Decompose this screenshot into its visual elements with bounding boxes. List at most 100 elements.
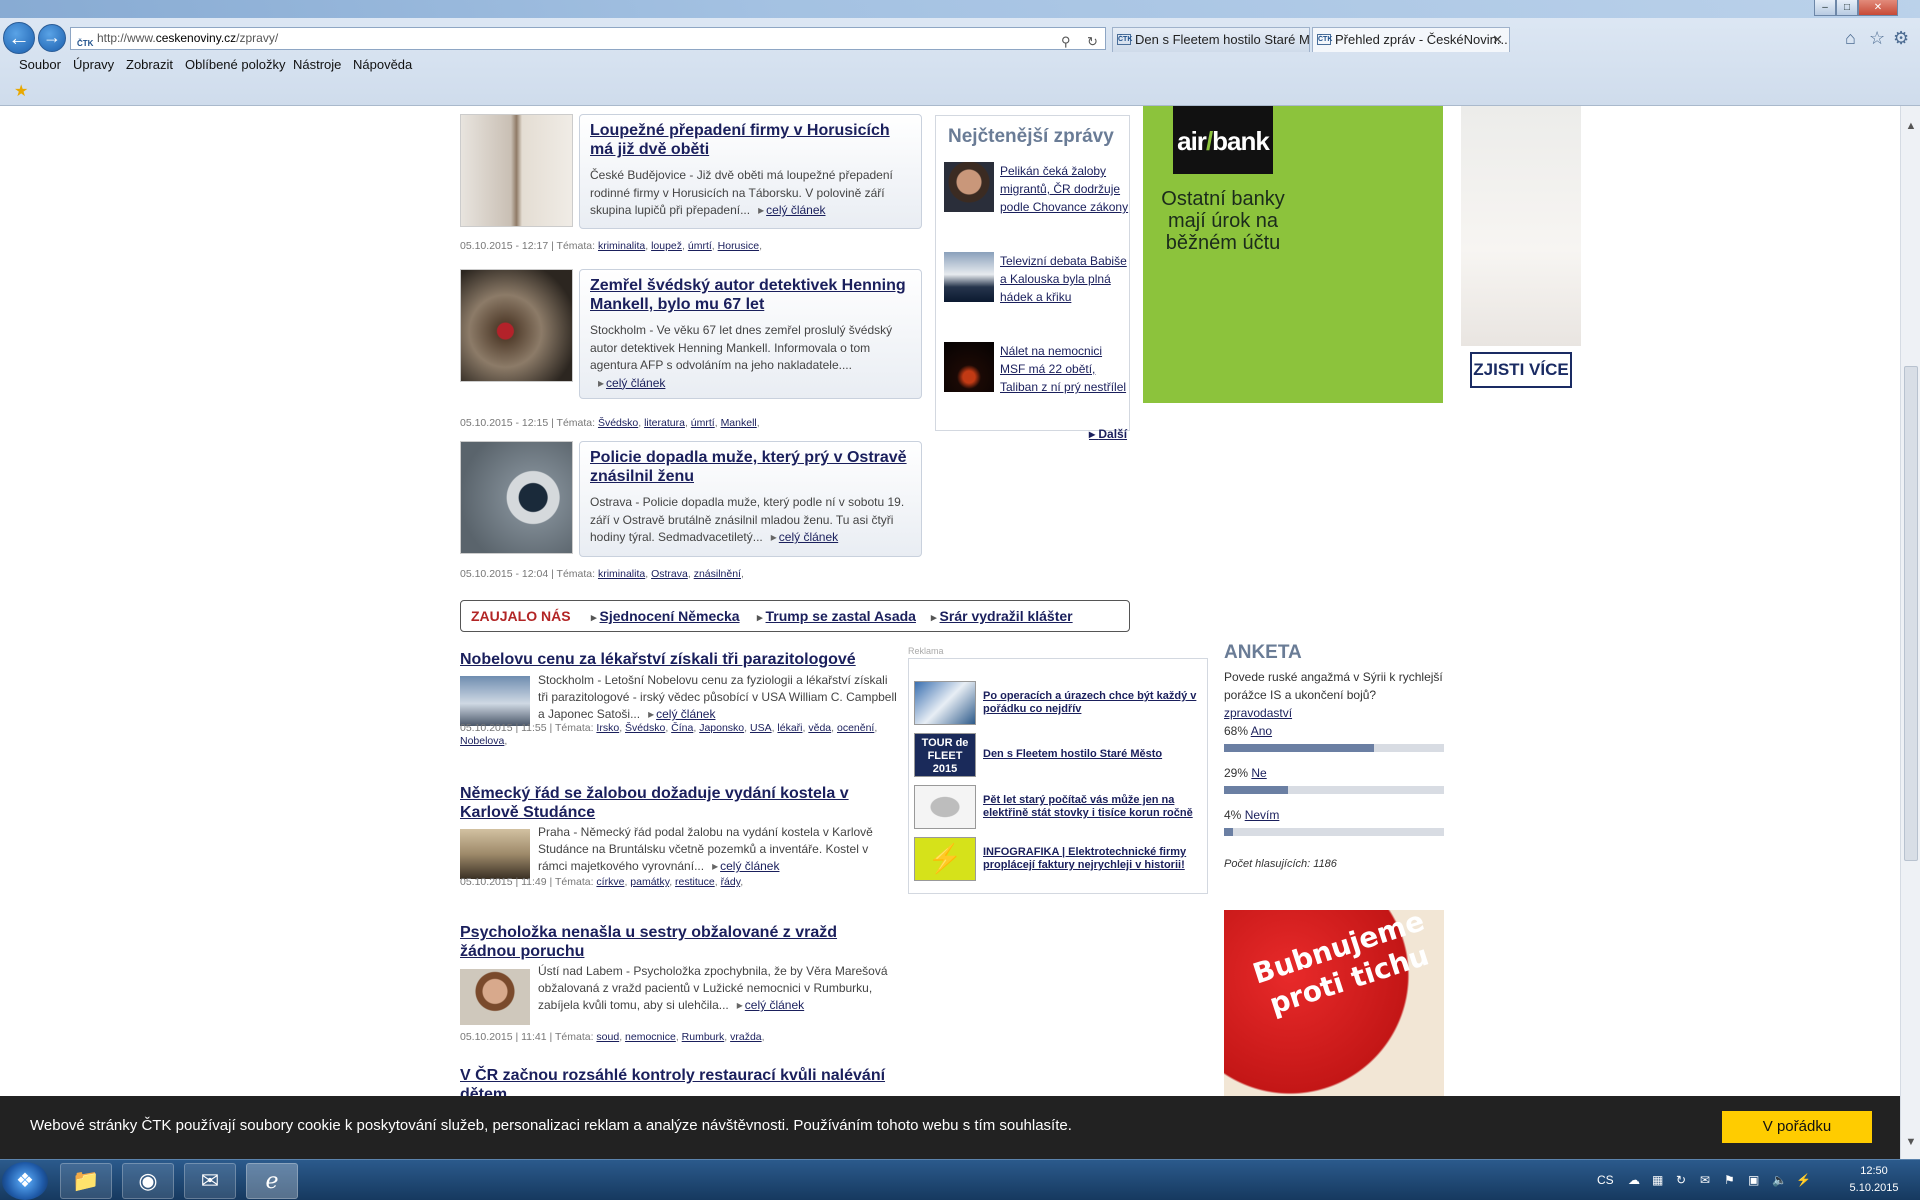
tag-link[interactable]: Japonsko	[699, 722, 744, 734]
address-bar[interactable]: ČTK http://www.ceskenoviny.cz/zpravy/ ⚲ …	[70, 27, 1106, 50]
news-more-link[interactable]: celý článek	[640, 707, 715, 721]
zaujalo-link[interactable]: Srár vydražil klášter	[931, 601, 1073, 633]
add-favorite-icon[interactable]: ★	[14, 81, 28, 101]
most-read-item[interactable]: Televizní debata Babiše a Kalouska byla …	[944, 252, 1129, 306]
reklama-item[interactable]: TOUR de FLEET 2015 Den s Fleetem hostilo…	[914, 733, 1206, 777]
menu-oblibene[interactable]: Oblíbené položky	[185, 57, 285, 72]
news-thumbnail[interactable]	[460, 676, 530, 726]
tag-link[interactable]: úmrtí	[691, 417, 715, 429]
article-more-link[interactable]: celý článek	[763, 530, 838, 544]
cloud-tray-icon[interactable]: ☁	[1628, 1173, 1640, 1187]
ie-taskbar-icon[interactable]: ℯ	[246, 1163, 298, 1199]
news-title[interactable]: Německý řád se žalobou dožaduje vydání k…	[460, 784, 890, 822]
tab-fleet[interactable]: ČTK Den s Fleetem hostilo Staré Mě...	[1112, 27, 1310, 52]
airbank-ad[interactable]: air/bank Ostatní banky mají úrok na běžn…	[1143, 106, 1443, 403]
mattress-ad-image[interactable]	[1461, 106, 1581, 346]
tag-link[interactable]: ocenění	[837, 722, 874, 734]
zjisti-vice-button[interactable]: ZJISTI VÍCE	[1470, 352, 1572, 388]
computer-thumbnail[interactable]	[914, 785, 976, 829]
poll-option-link[interactable]: Nevím	[1245, 808, 1280, 822]
reklama-thumbnail[interactable]: TOUR de FLEET 2015	[914, 733, 976, 777]
monitor-tray-icon[interactable]: ▣	[1748, 1173, 1759, 1187]
tag-link[interactable]: Irsko	[596, 722, 619, 734]
poll-option[interactable]: 68% Ano	[1224, 724, 1444, 752]
settings-gear-icon[interactable]: ⚙	[1893, 28, 1909, 49]
reklama-item[interactable]: Po operacích a úrazech chce být každý v …	[914, 681, 1206, 725]
tag-link[interactable]: církve	[596, 876, 624, 888]
volume-tray-icon[interactable]: 🔈	[1772, 1173, 1787, 1187]
sync-tray-icon[interactable]: ↻	[1676, 1173, 1686, 1187]
tag-link[interactable]: kriminalita	[598, 568, 645, 580]
article-thumbnail[interactable]	[460, 441, 573, 554]
poll-option[interactable]: 4% Nevím	[1224, 808, 1444, 836]
tag-link[interactable]: Mankell	[721, 417, 757, 429]
tag-link[interactable]: Švédsko	[625, 722, 665, 734]
article-title[interactable]: Loupežné přepadení firmy v Horusicích má…	[590, 121, 911, 159]
most-read-link[interactable]: Pelikán čeká žaloby migrantů, ČR dodržuj…	[1000, 164, 1128, 214]
most-read-link[interactable]: Televizní debata Babiše a Kalouska byla …	[1000, 254, 1127, 304]
zaujalo-link[interactable]: Sjednocení Německa	[591, 601, 740, 633]
news-more-link[interactable]: celý článek	[704, 859, 779, 873]
tag-link[interactable]: věda	[808, 722, 831, 734]
article-title[interactable]: Policie dopadla muže, který prý v Ostrav…	[590, 448, 911, 486]
tag-link[interactable]: Rumburk	[682, 1031, 725, 1043]
tag-link[interactable]: USA	[750, 722, 772, 734]
tab-close-icon[interactable]: ✕	[1492, 28, 1503, 51]
favorites-star-icon[interactable]: ☆	[1869, 28, 1885, 49]
article-thumbnail[interactable]	[460, 114, 573, 227]
article-more-link[interactable]: celý článek	[750, 203, 825, 217]
most-read-item[interactable]: Nálet na nemocnici MSF má 22 obětí, Tali…	[944, 342, 1129, 396]
reklama-item[interactable]: Pět let starý počítač vás může jen na el…	[914, 785, 1206, 829]
reklama-link[interactable]: Pět let starý počítač vás může jen na el…	[983, 794, 1205, 820]
back-button[interactable]: ←	[3, 22, 35, 54]
most-read-thumbnail[interactable]	[944, 252, 994, 302]
tag-link[interactable]: literatura	[644, 417, 685, 429]
news-thumbnail[interactable]	[460, 969, 530, 1025]
power-tray-icon[interactable]: ⚡	[1796, 1173, 1811, 1187]
tag-link[interactable]: restituce	[675, 876, 715, 888]
scroll-thumb[interactable]	[1904, 366, 1918, 861]
news-title[interactable]: Psycholožka nenašla u sestry obžalované …	[460, 923, 890, 961]
cookie-accept-button[interactable]: V pořádku	[1722, 1111, 1872, 1143]
reklama-link[interactable]: Po operacích a úrazech chce být každý v …	[983, 690, 1205, 716]
start-button[interactable]: ❖	[2, 1162, 48, 1200]
scroll-down-icon[interactable]: ▼	[1901, 1136, 1920, 1148]
article-title[interactable]: Zemřel švédský autor detektivek Henning …	[590, 276, 911, 314]
close-window-button[interactable]: ✕	[1858, 0, 1898, 16]
menu-napoveda[interactable]: Nápověda	[353, 57, 412, 72]
news-title[interactable]: V ČR začnou rozsáhlé kontroly restaurací…	[460, 1066, 890, 1096]
minimize-button[interactable]: –	[1814, 0, 1836, 16]
reklama-link[interactable]: Den s Fleetem hostilo Staré Město	[983, 748, 1205, 761]
language-indicator[interactable]: CS	[1597, 1173, 1614, 1187]
tag-link[interactable]: Čína	[671, 722, 693, 734]
most-read-thumbnail[interactable]	[944, 342, 994, 392]
article-more-link[interactable]: celý článek	[590, 376, 665, 390]
explorer-taskbar-icon[interactable]: 📁	[60, 1163, 112, 1199]
tag-link[interactable]: znásilnění	[694, 568, 741, 580]
maximize-button[interactable]: □	[1836, 0, 1858, 16]
news-more-link[interactable]: celý článek	[729, 998, 804, 1012]
tag-link[interactable]: řády	[721, 876, 741, 888]
tag-link[interactable]: loupež	[651, 240, 682, 252]
most-read-item[interactable]: Pelikán čeká žaloby migrantů, ČR dodržuj…	[944, 162, 1129, 216]
poll-option[interactable]: 29% Ne	[1224, 766, 1444, 794]
lightning-icon[interactable]: ⚡	[914, 837, 976, 881]
most-read-thumbnail[interactable]	[944, 162, 994, 212]
tag-link[interactable]: Horusice	[718, 240, 759, 252]
taskbar-clock[interactable]: 12:50 5.10.2015	[1844, 1163, 1904, 1197]
tag-link[interactable]: Švédsko	[598, 417, 638, 429]
home-icon[interactable]: ⌂	[1845, 28, 1856, 49]
tag-link[interactable]: lékaři	[777, 722, 802, 734]
news-title[interactable]: Nobelovu cenu za lékařství získali tři p…	[460, 650, 890, 669]
most-read-more-link[interactable]: ▸ Další	[1089, 427, 1127, 441]
tag-link[interactable]: Nobelova	[460, 735, 504, 747]
firefox-taskbar-icon[interactable]: ◉	[122, 1163, 174, 1199]
tag-link[interactable]: Ostrava	[651, 568, 688, 580]
zaujalo-link[interactable]: Trump se zastal Asada	[757, 601, 916, 633]
menu-soubor[interactable]: Soubor	[19, 57, 61, 72]
vertical-scrollbar[interactable]: ▲ ▼	[1900, 106, 1920, 1159]
news-thumbnail[interactable]	[460, 829, 530, 879]
tag-link[interactable]: kriminalita	[598, 240, 645, 252]
reklama-link[interactable]: INFOGRAFIKA | Elektrotechnické firmy pro…	[983, 846, 1205, 872]
article-thumbnail[interactable]	[460, 269, 573, 382]
